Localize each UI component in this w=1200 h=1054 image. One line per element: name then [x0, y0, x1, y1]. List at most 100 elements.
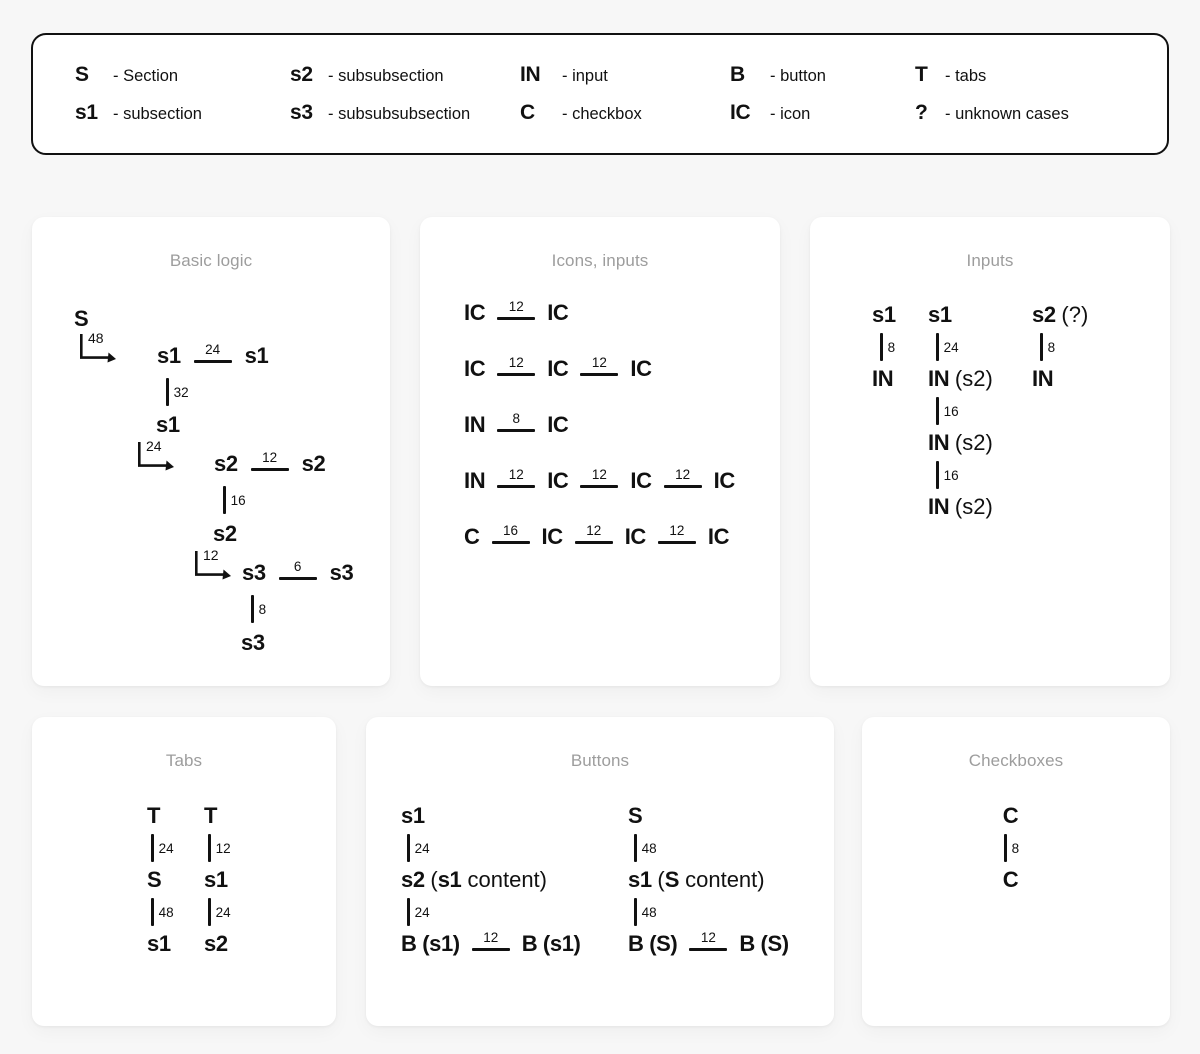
hrule-connector: 12: [580, 468, 619, 489]
vertical-rule: [634, 834, 637, 862]
inputs-column: s1 8 IN: [872, 304, 896, 390]
vbar-connector: 24: [208, 897, 231, 927]
node-icon: IC: [630, 468, 652, 493]
inputs-column: s1 24 IN (s2) 16 IN (s2) 16 IN (s2): [928, 304, 993, 518]
node-context-unknown: (?): [1061, 302, 1089, 327]
node-checkbox: C: [464, 524, 480, 549]
node-icon: IC: [541, 524, 564, 549]
vertical-rule: [151, 898, 154, 926]
vertical-rule: [208, 834, 211, 862]
node-icon: IC: [464, 300, 486, 325]
vbar-connector: 8: [1040, 332, 1055, 362]
node-label: s2: [1032, 302, 1056, 327]
node-icon: IC: [630, 356, 652, 381]
spacing-value: 24: [943, 339, 959, 355]
legend-code: s1: [75, 101, 98, 124]
card-title: Icons, inputs: [551, 251, 649, 270]
legend-entry: ? - unknown cases: [915, 101, 1115, 125]
vertical-rule: [936, 333, 939, 361]
vbar-connector: 24: [407, 833, 430, 863]
node-icon: IC: [547, 356, 569, 381]
rule-line: [689, 948, 728, 952]
rule-line: [193, 360, 232, 364]
legend-column: s2 - subsubsection s3 - subsubsubsection: [290, 63, 520, 125]
vertical-rule: [634, 898, 637, 926]
node-section: S: [147, 867, 162, 892]
vbar-connector: 12: [208, 833, 231, 863]
card-tabs: Tabs T 24 S 48 s1 T 12 s1 24 s2: [32, 717, 336, 1026]
rule-line: [497, 317, 536, 321]
legend-entry: IC - icon: [730, 101, 915, 125]
node-input-with-context: IN (s2): [928, 368, 993, 390]
icon-row: IC 12 IC 12 IC: [464, 354, 652, 381]
legend-column: S - Section s1 - subsection: [75, 63, 290, 125]
context-token: S: [664, 867, 680, 892]
tabs-column: T 24 S 48 s1: [147, 805, 174, 955]
checkboxes-column: C 8 C: [1002, 805, 1019, 891]
card-basic-logic: Basic logic S 48 s1 24 s1 32 s1 24 s2 12…: [32, 217, 390, 686]
legend-description: - checkbox: [562, 105, 642, 123]
spacing-value: 8: [1011, 840, 1020, 856]
paren-open: (: [430, 867, 438, 892]
spacing-value: 24: [414, 840, 430, 856]
rule-line: [497, 429, 536, 433]
node-subsubsection-unknown: s2 (?): [1032, 304, 1088, 326]
spacing-value: 32: [173, 384, 189, 400]
node-context: (s2): [954, 430, 993, 455]
node-label: IN: [928, 494, 950, 519]
spacing-value: 24: [205, 341, 221, 357]
buttons-column: s1 24 s2 (s1 content) 24 B (s1) 12 B (s1…: [401, 805, 581, 955]
rule-line: [574, 541, 613, 545]
vertical-rule: [1004, 834, 1007, 862]
legend-code: C: [520, 101, 535, 124]
vertical-rule: [936, 461, 939, 489]
node-button: B (S): [628, 931, 678, 956]
node-context: (s2): [954, 366, 993, 391]
hrule-connector: 12: [497, 300, 536, 321]
spacing-value: 24: [414, 904, 430, 920]
vbar-connector-8: 8: [251, 594, 266, 624]
hrule-connector: 12: [497, 354, 536, 377]
legend-entry: IN - input: [520, 63, 730, 87]
spacing-value: 48: [88, 330, 104, 346]
hrule-connector: 16: [491, 524, 530, 545]
node-section: S: [628, 803, 643, 828]
legend-entry: s2 - subsubsection: [290, 63, 520, 87]
tabs-column: T 12 s1 24 s2: [204, 805, 231, 955]
spacing-value: 12: [508, 466, 524, 482]
card-title: Tabs: [165, 751, 203, 770]
legend-entry: s1 - subsection: [75, 101, 290, 125]
node-subsubsubsection: s3: [329, 560, 354, 585]
node-subsubsection-with-context: s2 (s1 content): [401, 869, 547, 891]
legend-description: - subsubsubsection: [328, 105, 471, 123]
vbar-connector: 24: [936, 332, 959, 362]
rule-line: [663, 485, 702, 489]
rule-line: [497, 373, 536, 377]
spacing-value: 12: [591, 354, 607, 370]
node-subsection: s1: [872, 302, 896, 327]
context-token: s1: [437, 867, 462, 892]
row-subsection-pair: s1 24 s1: [157, 341, 269, 367]
hrule-connector: 12: [689, 931, 728, 952]
node-tabs: T: [147, 803, 161, 828]
rule-line: [497, 485, 536, 489]
vbar-connector-32: 32: [166, 377, 189, 407]
spacing-value: 12: [508, 354, 524, 370]
card-title: Basic logic: [169, 251, 253, 270]
spacing-value: 24: [146, 438, 162, 454]
node-icon: IC: [624, 524, 647, 549]
legend-description: - Section: [113, 67, 179, 85]
spacing-value: 8: [1047, 339, 1056, 355]
spacing-value: 12: [483, 929, 499, 945]
node-input-with-context: IN (s2): [928, 496, 993, 518]
vertical-rule: [166, 378, 169, 406]
spacing-value: 24: [158, 840, 174, 856]
rule-line: [580, 373, 619, 377]
node-input-with-context: IN (s2): [928, 432, 993, 454]
node-input: IN: [1032, 366, 1054, 391]
hrule-connector: 8: [497, 412, 536, 433]
row-subsubsubsection-pair: s3 6 s3: [242, 560, 354, 585]
legend-entry: s3 - subsubsubsection: [290, 101, 520, 125]
node-subsection-with-context: s1 (S content): [628, 869, 765, 891]
node-icon: IC: [547, 468, 569, 493]
